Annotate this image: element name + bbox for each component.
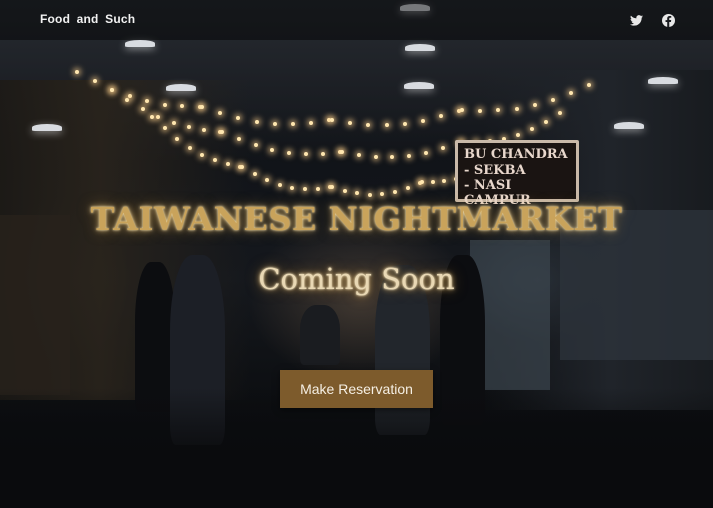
string-light-bulb [514, 106, 519, 111]
string-light-bulb [303, 187, 307, 192]
string-light-bulb [236, 137, 241, 142]
string-light-bulb [92, 79, 97, 84]
string-light-bulb [171, 121, 176, 126]
string-light-bulb [252, 172, 257, 177]
facebook-icon[interactable] [660, 12, 676, 28]
string-light-bulb [277, 183, 282, 188]
brand-logo-link[interactable]: Food and Such [40, 12, 135, 26]
string-light-bulb [380, 192, 385, 197]
hero-title: TAIWANESE NIGHTMARKET [90, 200, 623, 238]
string-light-bulb [516, 133, 520, 138]
hanging-lamp [166, 84, 196, 91]
string-light-bulb [150, 115, 154, 119]
string-light-bulb [393, 189, 397, 194]
hanging-lamp [405, 44, 435, 51]
string-light-bulb [309, 120, 314, 125]
string-light-bulb [290, 186, 295, 191]
facebook-icon-glyph [661, 13, 675, 27]
sign-text: BU CHANDRA [464, 147, 568, 162]
string-light-bulb [162, 102, 167, 107]
string-light-bulb [162, 126, 167, 131]
hanging-lamp [125, 40, 155, 47]
hanging-lamp [32, 124, 62, 131]
string-light-bulb [373, 154, 378, 159]
string-light-bulb [420, 180, 424, 184]
string-light-bulb [240, 165, 244, 169]
string-light-bulb [342, 188, 347, 193]
string-light-bulb [225, 161, 230, 166]
string-light-bulb [265, 178, 270, 183]
string-light-bulb [75, 70, 79, 74]
string-light-bulb [315, 186, 320, 191]
string-light-bulb [405, 185, 410, 190]
hero-subtitle: Coming Soon [258, 262, 455, 296]
string-light-bulb [272, 122, 277, 127]
food-stall [0, 215, 70, 395]
string-light-bulb [175, 136, 180, 141]
string-light-bulb [330, 118, 334, 122]
string-light-bulb [442, 179, 447, 184]
string-light-bulb [254, 120, 259, 125]
string-light-bulb [551, 97, 555, 102]
string-light-bulb [356, 152, 361, 157]
make-reservation-button[interactable]: Make Reservation [280, 370, 433, 408]
twitter-icon-glyph [629, 14, 643, 26]
string-light-bulb [220, 130, 224, 134]
twitter-icon[interactable] [628, 12, 644, 28]
string-light-bulb [367, 192, 372, 197]
string-light-bulb [320, 151, 325, 156]
string-light-bulb [478, 108, 483, 113]
string-light-bulb [187, 145, 192, 150]
string-light-bulb [253, 143, 258, 148]
string-light-bulb [330, 185, 334, 189]
string-light-bulb [460, 108, 464, 112]
sign-text: - SEKBA [464, 163, 526, 178]
hanging-lamp [648, 77, 678, 84]
person-silhouette [300, 305, 340, 365]
string-light-bulb [544, 119, 548, 124]
hanging-lamp [614, 122, 644, 129]
string-light-bulb [355, 191, 360, 196]
hero-background-photo: BU CHANDRA - SEKBA - NASI CAMPUR [0, 0, 713, 508]
string-light-bulb [340, 150, 344, 154]
stall-signboard: BU CHANDRA - SEKBA - NASI CAMPUR [455, 140, 579, 208]
hanging-lamp [404, 82, 434, 89]
string-light-bulb [200, 105, 204, 109]
string-light-bulb [431, 180, 436, 185]
string-light-bulb [110, 88, 114, 92]
top-nav-bar: Food and Such [0, 0, 713, 40]
